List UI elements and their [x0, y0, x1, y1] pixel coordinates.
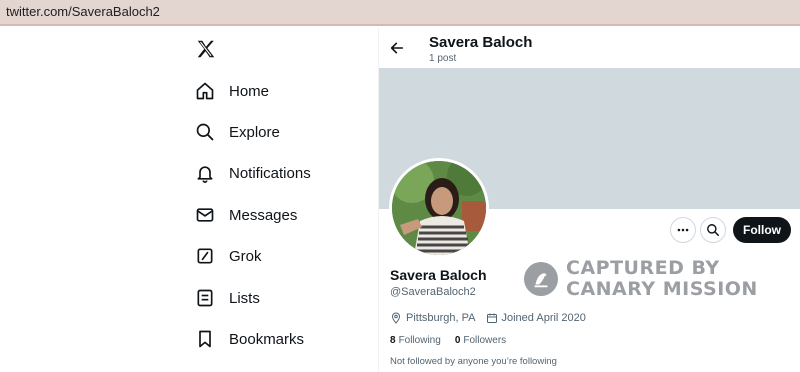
avatar[interactable] [389, 158, 489, 258]
search-profile-button[interactable] [700, 217, 726, 243]
following-count: 8 [390, 335, 396, 346]
follow-counts: 8 Following 0 Followers [390, 335, 520, 346]
sidebar-item-grok[interactable]: Grok [195, 241, 262, 271]
sidebar-item-label: Explore [229, 123, 280, 141]
watermark-line-2: CANARY MISSION [566, 278, 758, 300]
header-post-count: 1 post [429, 53, 457, 64]
bell-icon [197, 166, 213, 183]
following-label: Following [398, 335, 441, 346]
search-icon [707, 224, 720, 237]
x-logo-icon[interactable] [195, 38, 217, 60]
profile-name: Savera Baloch [390, 267, 487, 283]
profile-header-bar: Savera Baloch 1 post [379, 28, 800, 68]
profile-joined-date: Joined April 2020 [501, 312, 586, 324]
sidebar-item-label: Messages [229, 206, 298, 224]
profile-column: Savera Baloch 1 post Follow Savera Baloc… [378, 28, 800, 372]
sidebar-item-explore[interactable]: Explore [195, 117, 280, 147]
home-icon [196, 82, 214, 100]
sidebar: Home Explore Notifications Messages Grok… [0, 28, 378, 372]
back-arrow-icon[interactable] [389, 40, 405, 56]
sidebar-item-label: Notifications [229, 164, 311, 182]
list-icon [197, 289, 213, 307]
search-icon [196, 123, 214, 141]
sidebar-item-label: Grok [229, 247, 262, 265]
calendar-icon [486, 313, 497, 323]
sidebar-item-label: Bookmarks [229, 330, 305, 348]
not-followed-note: Not followed by anyone you’re following [390, 356, 557, 367]
canary-seal-icon [524, 262, 558, 296]
avatar-photo [392, 161, 486, 255]
follow-button[interactable]: Follow [733, 217, 791, 243]
envelope-icon [196, 208, 214, 222]
followers-link[interactable]: 0 Followers [455, 335, 506, 346]
sidebar-item-notifications[interactable]: Notifications [195, 158, 311, 188]
sidebar-item-home[interactable]: Home [195, 76, 269, 106]
profile-location: Pittsburgh, PA [406, 312, 476, 324]
browser-address-bar[interactable]: twitter.com/SaveraBaloch2 [0, 0, 800, 26]
more-options-button[interactable] [670, 217, 696, 243]
sidebar-item-messages[interactable]: Messages [195, 200, 297, 230]
bookmark-icon [199, 330, 211, 348]
grok-icon [197, 248, 213, 264]
profile-handle: @SaveraBaloch2 [390, 286, 476, 298]
canary-mission-watermark: CAPTURED BY CANARY MISSION [524, 258, 758, 300]
sidebar-item-bookmarks[interactable]: Bookmarks [195, 324, 304, 354]
location-icon [391, 312, 401, 324]
sidebar-item-label: Lists [229, 289, 260, 307]
profile-meta: Pittsburgh, PA Joined April 2020 [390, 312, 586, 324]
followers-label: Followers [463, 335, 507, 346]
header-profile-name: Savera Baloch [429, 34, 533, 51]
url-text[interactable]: twitter.com/SaveraBaloch2 [6, 4, 160, 19]
sidebar-item-label: Home [229, 82, 270, 100]
more-icon [677, 228, 689, 232]
followers-count: 0 [454, 335, 461, 346]
watermark-line-1: CAPTURED BY [566, 257, 720, 279]
following-link[interactable]: 8 Following [390, 335, 441, 346]
sidebar-item-lists[interactable]: Lists [195, 283, 260, 313]
